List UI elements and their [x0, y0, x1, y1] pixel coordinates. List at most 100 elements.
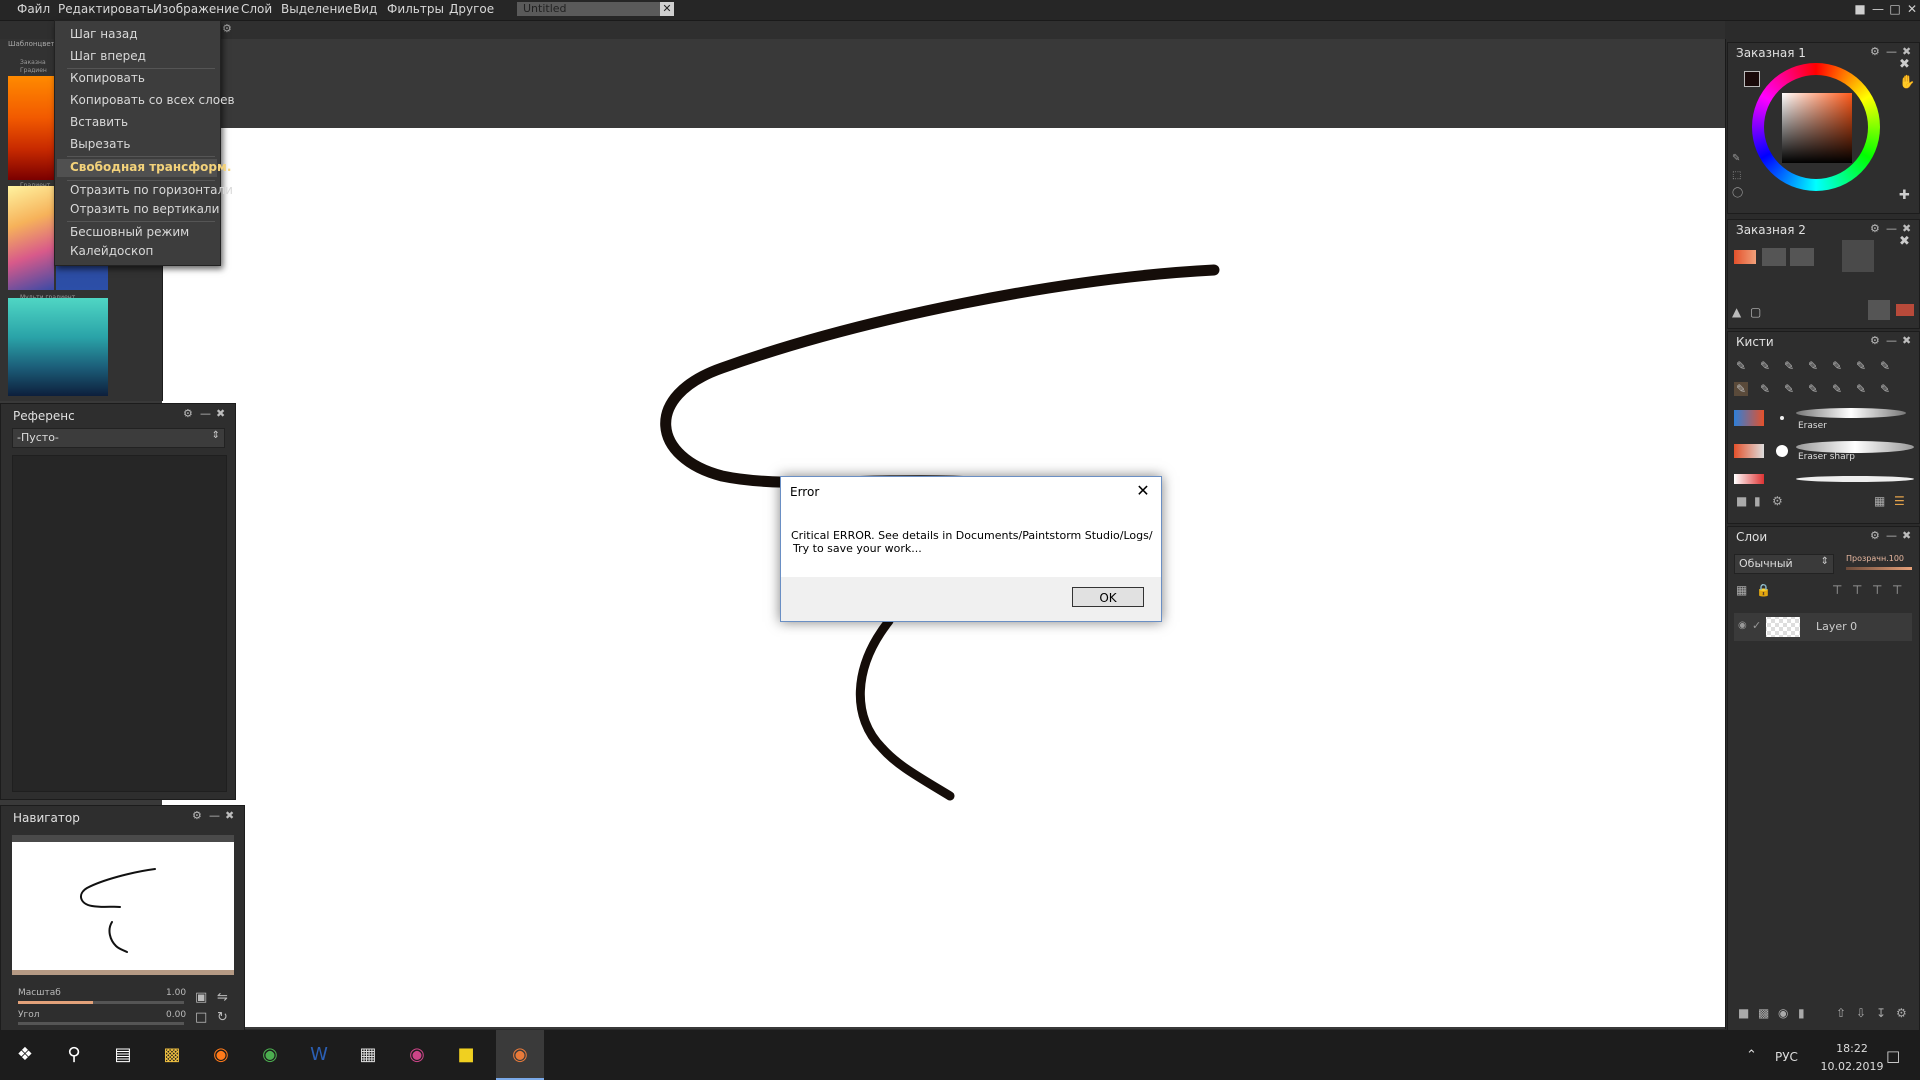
eyedropper-icon[interactable]: ✎ [1732, 153, 1740, 164]
brush-category-3[interactable] [1734, 474, 1764, 484]
menu-item-free-transform[interactable]: Свободная трансформ. [70, 160, 231, 174]
menu-layer[interactable]: Слой [241, 2, 272, 16]
scale-slider[interactable] [18, 1001, 184, 1004]
pencil-icon[interactable]: ✎ [1734, 359, 1748, 373]
delete-layer-icon[interactable]: ▮ [1798, 1006, 1805, 1020]
menu-item-redo[interactable]: Шаг вперед [70, 49, 146, 63]
windows-start-icon[interactable]: ❖ [12, 1042, 38, 1068]
menu-item-copy[interactable]: Копировать [70, 71, 145, 85]
close-panel-icon[interactable]: ✖ [225, 809, 234, 822]
preset-group[interactable] [1842, 240, 1874, 272]
angle-slider[interactable] [18, 1022, 184, 1025]
close-panel-icon[interactable]: ✖ [1902, 334, 1911, 347]
new-layer-icon[interactable]: ■ [1738, 1006, 1749, 1020]
navigator-preview[interactable] [12, 842, 234, 970]
mask-icon[interactable]: ◉ [1778, 1006, 1788, 1020]
reference-image-area[interactable] [12, 455, 227, 792]
fill-icon[interactable]: ▲ [1732, 305, 1741, 319]
maximize-icon[interactable]: □ [1887, 1, 1903, 17]
dialog-close-icon[interactable]: ✕ [1131, 480, 1155, 502]
current-color-swatch[interactable] [1744, 71, 1760, 87]
notifications-icon[interactable]: □ [1886, 1047, 1900, 1065]
menu-item-seamless-mode[interactable]: Бесшовный режим [70, 225, 189, 239]
preset-brush-5[interactable] [1896, 304, 1914, 316]
gear-icon[interactable]: ⚙ [1870, 222, 1880, 235]
lock-icon[interactable]: ■ [1852, 1, 1868, 17]
gear-icon[interactable]: ⚙ [192, 809, 202, 822]
tools-icon[interactable]: ✖ [1899, 234, 1910, 249]
brush-category-2[interactable] [1734, 444, 1764, 458]
preset-brush-4[interactable] [1868, 300, 1890, 320]
color-wheel[interactable] [1752, 63, 1880, 191]
ok-button[interactable]: OK [1072, 587, 1144, 607]
document-tab-close-icon[interactable]: ✕ [660, 2, 674, 16]
delete-brush-icon[interactable]: ▮ [1754, 494, 1761, 508]
sticky-notes-icon[interactable]: ■ [453, 1042, 479, 1068]
minimize-panel-icon[interactable]: — [1886, 45, 1897, 58]
list-view-icon[interactable]: ☰ [1894, 494, 1905, 508]
brush-icon[interactable]: ✎ [1782, 382, 1796, 396]
gear-icon[interactable]: ⚙ [1870, 529, 1880, 542]
brush-category-1[interactable] [1734, 410, 1764, 426]
arrow-up-icon[interactable]: ⇧ [1836, 1006, 1846, 1020]
align-icon[interactable]: ⊤ [1832, 583, 1842, 597]
preset-brush-3[interactable] [1790, 248, 1814, 266]
calculator-icon[interactable]: ▦ [355, 1042, 381, 1068]
lock-icon[interactable]: 🔒 [1756, 583, 1771, 597]
clock-date[interactable]: 10.02.2019 [1818, 1060, 1886, 1073]
paint-icon[interactable]: ◉ [404, 1042, 430, 1068]
menu-file[interactable]: Файл [17, 2, 50, 16]
brush-icon[interactable]: ✎ [1782, 359, 1796, 373]
preset-brush-1[interactable] [1734, 250, 1756, 264]
menu-selection[interactable]: Выделение [281, 2, 352, 16]
brush-icon[interactable]: ✎ [1830, 382, 1844, 396]
brush-icon[interactable]: ✎ [1878, 382, 1892, 396]
chrome-icon[interactable]: ◉ [257, 1042, 283, 1068]
brush-icon[interactable]: ✎ [1806, 382, 1820, 396]
minimize-panel-icon[interactable]: — [209, 809, 220, 822]
menu-item-cut[interactable]: Вырезать [70, 137, 131, 151]
brush-name[interactable]: Eraser [1798, 421, 1827, 431]
minimize-panel-icon[interactable]: — [1886, 222, 1897, 235]
menu-filters[interactable]: Фильтры [387, 2, 444, 16]
search-icon[interactable]: ⚲ [61, 1042, 87, 1068]
folder-icon[interactable]: ▩ [1758, 1006, 1769, 1020]
flip-icon[interactable]: ⇋ [217, 990, 228, 1005]
layer-icon[interactable]: ▢ [1750, 305, 1761, 319]
brush-icon[interactable]: ✎ [1878, 359, 1892, 373]
gear-icon[interactable]: ⚙ [1896, 1006, 1907, 1020]
brush-name[interactable]: Eraser sharp [1798, 452, 1855, 462]
file-explorer-icon[interactable]: ▩ [159, 1042, 185, 1068]
gear-icon[interactable]: ⚙ [183, 407, 193, 420]
palette-swatches-multigradient[interactable] [8, 298, 108, 396]
menu-item-paste[interactable]: Вставить [70, 115, 128, 129]
menu-view[interactable]: Вид [353, 2, 377, 16]
minimize-icon[interactable]: — [1870, 1, 1886, 17]
brush-icon[interactable]: ✎ [1758, 359, 1772, 373]
fit-screen-icon[interactable]: ▣ [195, 990, 207, 1005]
grid-view-icon[interactable]: ▦ [1874, 494, 1885, 508]
menu-item-undo[interactable]: Шаг назад [70, 27, 138, 41]
clock-time[interactable]: 18:22 [1822, 1042, 1882, 1055]
selection-icon[interactable]: ⬚ [1732, 170, 1741, 181]
task-view-icon[interactable]: ▤ [110, 1042, 136, 1068]
tools-icon[interactable]: ✖ [1899, 57, 1910, 72]
minimize-panel-icon[interactable]: — [1886, 334, 1897, 347]
brush-icon[interactable]: ✎ [1758, 382, 1772, 396]
document-tab[interactable]: Untitled [517, 2, 665, 16]
merge-icon[interactable]: ↧ [1876, 1006, 1886, 1020]
minimize-panel-icon[interactable]: — [200, 407, 211, 420]
align-icon[interactable]: ⊤ [1872, 583, 1882, 597]
minimize-panel-icon[interactable]: — [1886, 529, 1897, 542]
firefox-icon[interactable]: ◉ [208, 1042, 234, 1068]
menu-item-flip-horizontal[interactable]: Отразить по горизонтали [70, 183, 233, 197]
brush-icon[interactable]: ✎ [1806, 359, 1820, 373]
palette-swatches-gradient[interactable] [8, 186, 54, 290]
preset-brush-2[interactable] [1762, 248, 1786, 266]
menu-edit[interactable]: Редактировать [58, 2, 154, 16]
chevron-up-icon[interactable]: ⌃ [1746, 1048, 1757, 1063]
menu-item-kaleidoscope[interactable]: Калейдоскоп [70, 244, 153, 258]
gear-icon[interactable]: ⚙ [1772, 494, 1783, 508]
palette-swatches-orange[interactable] [8, 76, 54, 180]
move-icon[interactable]: ✚ [1899, 188, 1910, 203]
